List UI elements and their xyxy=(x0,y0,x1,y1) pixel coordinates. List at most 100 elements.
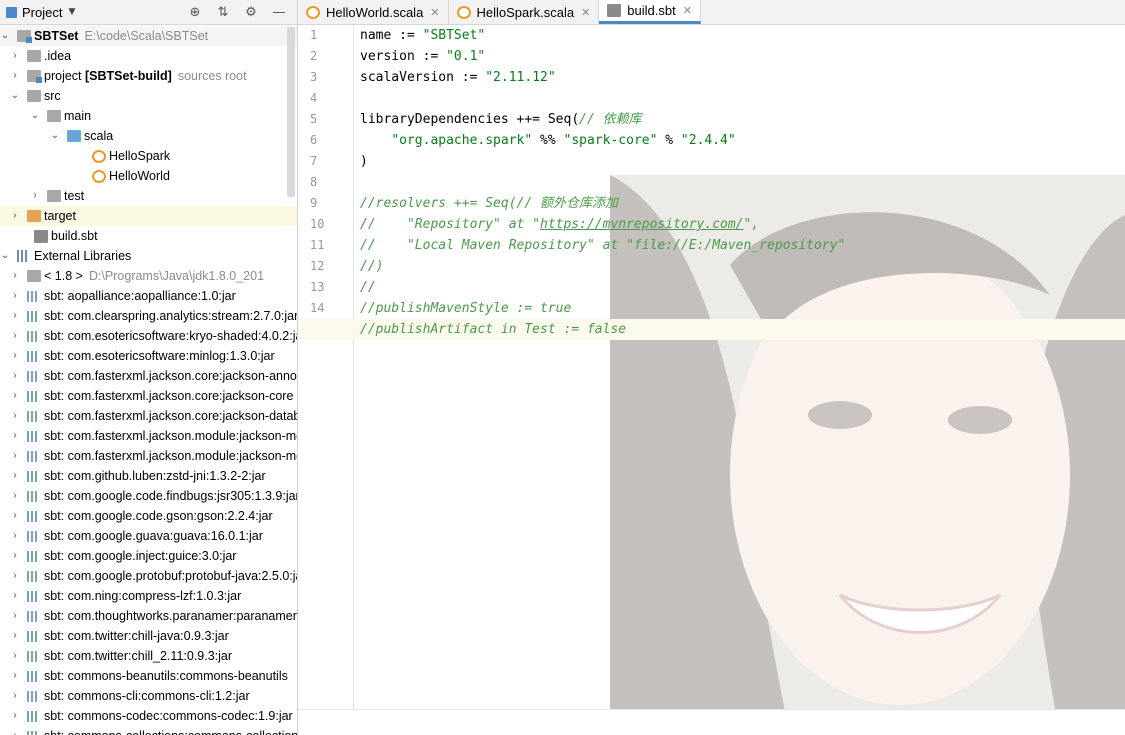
library-item[interactable]: › sbt: com.fasterxml.jackson.module:jacks… xyxy=(0,446,297,466)
chevron-right-icon[interactable]: › xyxy=(10,66,20,86)
tree-item-hellospark[interactable]: HelloSpark xyxy=(0,146,297,166)
line-number: 11 xyxy=(310,238,325,252)
library-item[interactable]: › sbt: com.twitter:chill-java:0.9.3:jar xyxy=(0,626,297,646)
chevron-right-icon[interactable]: › xyxy=(10,326,20,346)
library-item[interactable]: › sbt: com.google.code.findbugs:jsr305:1.… xyxy=(0,486,297,506)
chevron-right-icon[interactable]: › xyxy=(10,486,20,506)
chevron-down-icon[interactable]: ⌄ xyxy=(10,86,20,106)
tab-hellospark-scala[interactable]: HelloSpark.scala ✕ xyxy=(449,0,600,24)
tree-item-helloworld[interactable]: HelloWorld xyxy=(0,166,297,186)
library-item[interactable]: › sbt: com.clearspring.analytics:stream:2… xyxy=(0,306,297,326)
chevron-right-icon[interactable]: › xyxy=(10,466,20,486)
chevron-right-icon[interactable]: › xyxy=(10,526,20,546)
chevron-right-icon[interactable]: › xyxy=(10,566,20,586)
chevron-right-icon[interactable]: › xyxy=(10,206,20,226)
url-link[interactable]: https://mvnrepository.com/ xyxy=(540,217,744,232)
chevron-right-icon[interactable]: › xyxy=(10,686,20,706)
tree-item-label: src xyxy=(44,89,61,103)
chevron-right-icon[interactable]: › xyxy=(10,406,20,426)
library-label: sbt: commons-beanutils:commons-beanutils xyxy=(44,669,288,683)
tree-item-external-libraries[interactable]: ⌄ External Libraries xyxy=(0,246,297,266)
chevron-right-icon[interactable]: › xyxy=(10,366,20,386)
chevron-down-icon[interactable]: ⌄ xyxy=(30,106,40,126)
chevron-right-icon[interactable]: › xyxy=(10,646,20,666)
chevron-right-icon[interactable]: › xyxy=(10,546,20,566)
library-item[interactable]: › sbt: com.google.protobuf:protobuf-java:… xyxy=(0,566,297,586)
chevron-right-icon[interactable]: › xyxy=(10,606,20,626)
chevron-right-icon[interactable]: › xyxy=(10,586,20,606)
library-item[interactable]: › sbt: commons-beanutils:commons-beanutil… xyxy=(0,666,297,686)
tree-item-target[interactable]: › target xyxy=(0,206,297,226)
tree-item-test[interactable]: › test xyxy=(0,186,297,206)
code-token: scalaVersion := xyxy=(360,70,486,85)
code-line: //publishMavenStyle := true xyxy=(360,298,1125,319)
horizontal-scrollbar[interactable] xyxy=(298,709,1125,735)
tree-item-jdk[interactable]: › < 1.8 > D:\Programs\Java\jdk1.8.0_201 xyxy=(0,266,297,286)
chevron-down-icon[interactable]: ⌄ xyxy=(0,26,10,46)
library-item[interactable]: › sbt: com.thoughtworks.paranamer:paranam… xyxy=(0,606,297,626)
chevron-right-icon[interactable]: › xyxy=(10,626,20,646)
collapse-all-icon[interactable]: ⇅ xyxy=(215,4,231,20)
chevron-right-icon[interactable]: › xyxy=(10,306,20,326)
library-icon xyxy=(27,410,41,422)
chevron-right-icon[interactable]: › xyxy=(10,266,20,286)
chevron-right-icon[interactable]: › xyxy=(30,186,40,206)
chevron-down-icon[interactable]: ⌄ xyxy=(0,246,10,266)
library-item[interactable]: › sbt: com.twitter:chill_2.11:0.9.3:jar xyxy=(0,646,297,666)
library-item[interactable]: › sbt: com.google.inject:guice:3.0:jar xyxy=(0,546,297,566)
chevron-right-icon[interactable]: › xyxy=(10,506,20,526)
library-item[interactable]: › sbt: com.fasterxml.jackson.module:jacks… xyxy=(0,426,297,446)
hide-icon[interactable]: — xyxy=(271,4,287,20)
chevron-right-icon[interactable]: › xyxy=(10,446,20,466)
tree-item-build-sbt[interactable]: build.sbt xyxy=(0,226,297,246)
project-icon xyxy=(6,6,17,18)
library-item[interactable]: › sbt: com.github.luben:zstd-jni:1.3.2-2:… xyxy=(0,466,297,486)
chevron-right-icon[interactable]: › xyxy=(10,726,20,735)
library-item[interactable]: › sbt: com.fasterxml.jackson.core:jackson… xyxy=(0,406,297,426)
locate-icon[interactable]: ⊕ xyxy=(187,4,203,20)
tab-build-sbt[interactable]: build.sbt ✕ xyxy=(599,0,701,24)
tab-helloworld-scala[interactable]: HelloWorld.scala ✕ xyxy=(298,0,449,24)
project-tree-scrollbar[interactable] xyxy=(287,27,295,197)
tree-item-label: scala xyxy=(84,129,114,143)
code-editor[interactable]: 1 2 3 4 5 6 7 8 9 10 11 12 13 14 15 name… xyxy=(298,25,1125,735)
code-comment: //publishMavenStyle := true xyxy=(360,301,572,316)
chevron-down-icon[interactable]: ▼ xyxy=(68,7,75,17)
tree-item-main[interactable]: ⌄ main xyxy=(0,106,297,126)
chevron-right-icon[interactable]: › xyxy=(10,46,20,66)
library-item[interactable]: › sbt: commons-collections:commons-collec… xyxy=(0,726,297,735)
tree-item-project[interactable]: › project [SBTSet-build] sources root xyxy=(0,66,297,86)
library-item[interactable]: › sbt: com.google.code.gson:gson:2.2.4:ja… xyxy=(0,506,297,526)
tree-item-sbtset[interactable]: ⌄ SBTSet E:\code\Scala\SBTSet xyxy=(0,26,297,46)
library-item[interactable]: › sbt: com.esotericsoftware:kryo-shaded:4… xyxy=(0,326,297,346)
chevron-right-icon[interactable]: › xyxy=(10,426,20,446)
chevron-right-icon[interactable]: › xyxy=(10,386,20,406)
tree-item-scala[interactable]: ⌄ scala xyxy=(0,126,297,146)
gear-icon[interactable]: ⚙ xyxy=(243,4,259,20)
project-tool-window: Project ▼ ⊕ ⇅ ⚙ — ⌄ SBTSet E:\code\Scala… xyxy=(0,0,298,735)
tree-item-idea[interactable]: › .idea xyxy=(0,46,297,66)
library-item[interactable]: › sbt: com.fasterxml.jackson.core:jackson… xyxy=(0,366,297,386)
chevron-right-icon[interactable]: › xyxy=(10,666,20,686)
chevron-right-icon[interactable]: › xyxy=(10,706,20,726)
tree-item-hint: E:\code\Scala\SBTSet xyxy=(84,29,209,43)
chevron-right-icon[interactable]: › xyxy=(10,346,20,366)
project-panel-title[interactable]: Project xyxy=(22,5,62,20)
tab-label: HelloWorld.scala xyxy=(326,4,424,20)
close-icon[interactable]: ✕ xyxy=(683,4,692,17)
library-item[interactable]: › sbt: com.fasterxml.jackson.core:jackson… xyxy=(0,386,297,406)
chevron-down-icon[interactable]: ⌄ xyxy=(50,126,60,146)
library-item[interactable]: › sbt: com.google.guava:guava:16.0.1:jar xyxy=(0,526,297,546)
chevron-right-icon[interactable]: › xyxy=(10,286,20,306)
library-label: sbt: com.google.code.findbugs:jsr305:1.3… xyxy=(44,489,298,503)
library-item[interactable]: › sbt: com.esotericsoftware:minlog:1.3.0:… xyxy=(0,346,297,366)
library-item[interactable]: › sbt: commons-codec:commons-codec:1.9:ja… xyxy=(0,706,297,726)
code-line: // xyxy=(360,277,1125,298)
library-item[interactable]: › sbt: com.ning:compress-lzf:1.0.3:jar xyxy=(0,586,297,606)
close-icon[interactable]: ✕ xyxy=(581,6,590,19)
close-icon[interactable]: ✕ xyxy=(430,6,439,19)
library-item[interactable]: › sbt: commons-cli:commons-cli:1.2:jar xyxy=(0,686,297,706)
code-comment: //resolvers ++= Seq(// 额外仓库添加 xyxy=(360,196,619,211)
library-item[interactable]: › sbt: aopalliance:aopalliance:1.0:jar xyxy=(0,286,297,306)
tree-item-src[interactable]: ⌄ src xyxy=(0,86,297,106)
